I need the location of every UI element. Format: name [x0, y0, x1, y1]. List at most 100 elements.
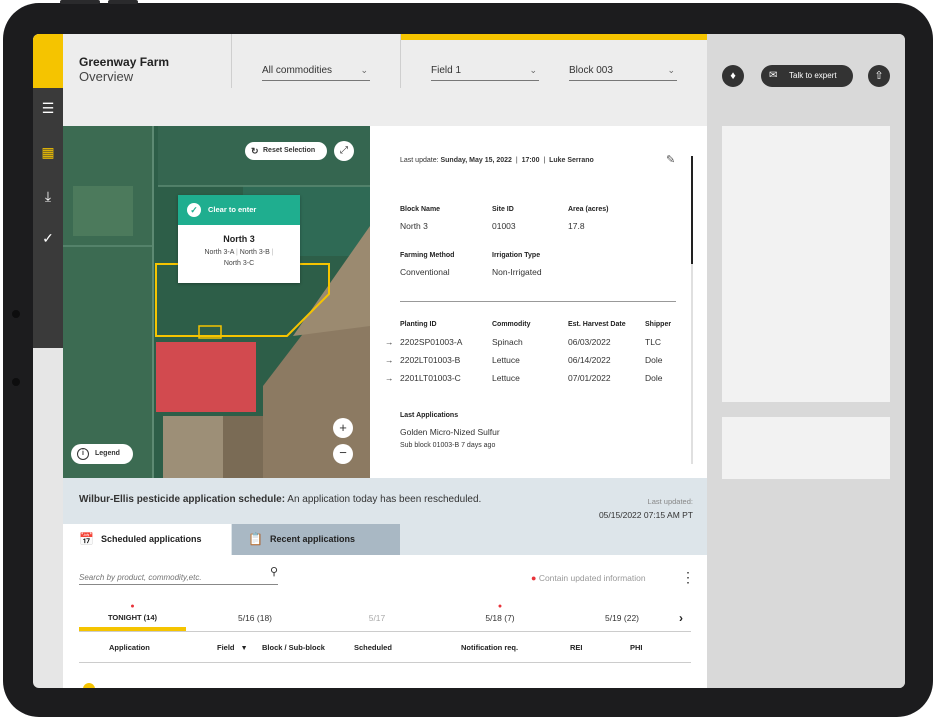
planting-harvest: 07/01/2022 — [568, 373, 611, 383]
banner-title: Wilbur-Ellis pesticide application sched… — [79, 494, 286, 505]
day-label: 5/17 — [368, 613, 386, 623]
day-tab[interactable]: ● 5/18 (7) — [445, 603, 555, 631]
day-label: 5/16 (18) — [237, 613, 273, 623]
farm-title: Greenway Farm — [79, 55, 170, 69]
col-phi[interactable]: PHI — [630, 643, 643, 652]
status-dot — [83, 683, 95, 688]
planting-harvest: 06/14/2022 — [568, 355, 611, 365]
planting-id: 2202LT01003-B — [400, 355, 461, 365]
camera-dot — [12, 378, 20, 386]
zoom-in-button[interactable]: + — [333, 418, 353, 438]
area-label: Area (acres) — [568, 206, 609, 213]
menu-icon[interactable]: ☰ — [33, 100, 63, 117]
block-popup: ✓ Clear to enter North 3 North 3-A | Nor… — [178, 195, 300, 283]
scrollbar[interactable] — [691, 156, 693, 264]
download-icon[interactable]: ⤓ — [33, 188, 63, 205]
area-value: 17.8 — [568, 221, 585, 231]
last-applications-label: Last Applications — [400, 412, 459, 419]
planting-id-label: Planting ID — [400, 321, 437, 328]
block-select[interactable]: Block 003 ⌄ — [569, 64, 677, 81]
chevron-down-icon: ⌄ — [529, 65, 537, 75]
popup-status: ✓ Clear to enter — [178, 195, 300, 225]
talk-to-expert-label: Talk to expert — [789, 71, 837, 80]
divider — [79, 631, 691, 632]
app-screen: Greenway Farm Overview All commodities ⌄… — [33, 34, 905, 688]
col-notification[interactable]: Notification req. — [461, 643, 518, 652]
block-info-panel: Last update: Sunday, May 15, 2022 | 17:0… — [370, 126, 707, 478]
day-tab-tonight[interactable]: ● TONIGHT (14) — [79, 603, 186, 631]
chevron-right-icon[interactable]: › — [679, 611, 683, 625]
last-application-detail: Sub block 01003-B 7 days ago — [400, 442, 496, 449]
red-dot-icon: ● — [130, 603, 135, 610]
subblock-link[interactable]: North 3-A — [204, 249, 234, 256]
field-select[interactable]: Field 1 ⌄ — [431, 64, 539, 81]
field-select-value: Field 1 — [431, 65, 462, 76]
farming-method-label: Farming Method — [400, 252, 455, 259]
chevron-down-icon: ⌄ — [667, 65, 675, 75]
tab-scheduled-label: Scheduled applications — [101, 534, 202, 544]
side-card — [722, 417, 890, 479]
more-options-icon[interactable]: ⋮ — [681, 569, 695, 586]
col-rei[interactable]: REI — [570, 643, 583, 652]
notifications-bell-icon[interactable]: ♦ — [722, 65, 744, 87]
tab-recent-label: Recent applications — [270, 534, 356, 544]
edit-icon[interactable]: ✎ — [666, 153, 675, 166]
expand-icon[interactable]: ⤢ — [334, 141, 354, 161]
legend-button[interactable]: i Legend — [71, 444, 133, 464]
red-dot-icon: ● — [497, 603, 503, 610]
updated-info-note: Contain updated information — [538, 573, 646, 583]
day-tab[interactable]: 5/19 (22) — [567, 603, 677, 631]
shipper-label: Shipper — [645, 321, 672, 328]
commodities-select-value: All commodities — [262, 65, 333, 76]
updated-info-legend: ● Contain updated information — [531, 573, 646, 583]
day-tab[interactable]: 5/17 — [322, 603, 432, 631]
col-application[interactable]: Application — [109, 643, 150, 652]
subblock-link[interactable]: North 3-B — [240, 249, 270, 256]
zoom-out-button[interactable]: − — [333, 444, 353, 464]
day-tab[interactable]: 5/16 (18) — [200, 603, 310, 631]
divider — [79, 662, 691, 663]
divider — [231, 34, 232, 88]
camera-dot — [12, 310, 20, 318]
tab-scheduled[interactable]: 📅 Scheduled applications — [63, 524, 231, 555]
day-label: 5/18 (7) — [485, 613, 515, 623]
field-map[interactable]: ↻ Reset Selection ⤢ ✓ Clear to enter Nor… — [63, 126, 370, 478]
search-input[interactable] — [79, 573, 259, 582]
commodities-select[interactable]: All commodities ⌄ — [262, 64, 370, 81]
planting-id: 2201LT01003-C — [400, 373, 461, 383]
col-block[interactable]: Block / Sub-block — [262, 643, 325, 652]
info-icon: i — [77, 448, 89, 460]
divider — [400, 34, 401, 88]
sort-down-icon: ▼ — [240, 645, 248, 652]
tab-recent[interactable]: 📋 Recent applications — [232, 524, 400, 555]
chevron-down-icon: ⌄ — [360, 65, 368, 75]
harvest-label: Est. Harvest Date — [568, 321, 626, 328]
refresh-icon: ↻ — [251, 146, 259, 156]
dashboard-icon[interactable]: ▦ — [33, 144, 63, 161]
schedule-banner: Wilbur-Ellis pesticide application sched… — [63, 478, 707, 524]
device-button — [60, 0, 100, 4]
reset-selection-button[interactable]: ↻ Reset Selection — [245, 142, 327, 160]
map-image — [63, 126, 370, 478]
banner-text: Wilbur-Ellis pesticide application sched… — [79, 494, 481, 505]
subblock-link[interactable]: North 3-C — [178, 260, 300, 267]
last-update-label: Last update: — [400, 157, 439, 164]
col-field[interactable]: Field ▼ — [217, 643, 248, 652]
planting-shipper: TLC — [645, 337, 662, 347]
talk-to-expert-button[interactable]: ✉ Talk to expert — [761, 65, 853, 87]
popup-title: North 3 — [223, 234, 255, 244]
col-scheduled[interactable]: Scheduled — [354, 643, 392, 652]
site-id-value: 01003 — [492, 221, 516, 231]
block-select-value: Block 003 — [569, 65, 613, 76]
col-field-label: Field — [217, 643, 235, 652]
planting-shipper: Dole — [645, 355, 663, 365]
planting-commodity: Lettuce — [492, 373, 520, 383]
site-id-label: Site ID — [492, 206, 514, 213]
farming-method-value: Conventional — [400, 267, 450, 277]
block-name-label: Block Name — [400, 206, 441, 213]
search-field[interactable]: ⚲ — [79, 565, 278, 585]
search-icon[interactable]: ⚲ — [270, 565, 278, 578]
export-icon[interactable]: ⇧ — [868, 65, 890, 87]
check-circle-icon[interactable]: ✓ — [33, 230, 63, 247]
day-label: TONIGHT (14) — [107, 613, 158, 622]
